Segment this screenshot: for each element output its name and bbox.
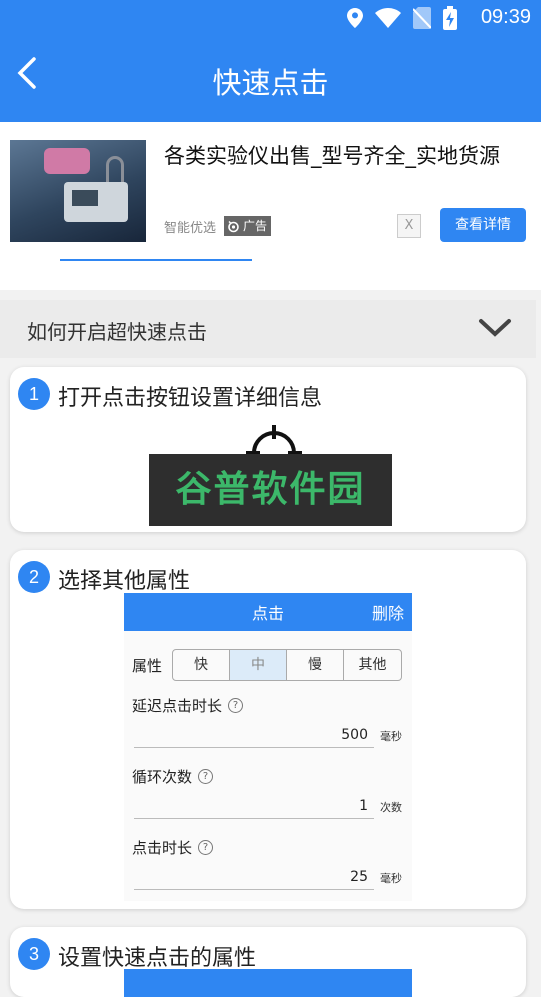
chevron-down-icon[interactable] (478, 318, 512, 342)
no-sim-icon (413, 7, 431, 29)
step-title: 打开点击按钮设置详细信息 (58, 386, 323, 411)
step-card-3: 3 设置快速点击的属性 (10, 927, 526, 997)
location-icon (347, 8, 363, 28)
howto-label: 如何开启超快速点击 (27, 320, 207, 344)
option-slow[interactable]: 慢 (287, 650, 345, 680)
step-title: 选择其他属性 (58, 569, 191, 594)
click-duration-field: 点击时长? 25 毫秒 (132, 837, 408, 896)
delay-label: 延迟点击时长 (132, 697, 223, 715)
loop-count-label: 循环次数 (132, 768, 193, 786)
ad-image[interactable] (10, 140, 146, 242)
battery-charging-icon (443, 6, 457, 30)
step-number: 3 (18, 938, 50, 970)
click-duration-input[interactable]: 25 (134, 864, 374, 890)
app-bar: 09:39 快速点击 (0, 0, 541, 122)
loop-count-field: 循环次数? 1 次数 (132, 766, 408, 825)
option-fast[interactable]: 快 (173, 650, 231, 680)
loop-count-input[interactable]: 1 (134, 793, 374, 819)
watermark: 谷普软件园 (149, 454, 392, 526)
ad-divider (60, 259, 252, 261)
watermark-text: 谷普软件园 (175, 469, 366, 510)
click-duration-unit: 毫秒 (380, 872, 402, 885)
click-settings-panel: 点击 删除 属性 快 中 慢 其他 延迟点击时长? 500 毫秒 循环次数? 1… (124, 593, 412, 901)
option-other[interactable]: 其他 (344, 650, 401, 680)
ad-tag: 广告 (224, 216, 272, 236)
delay-field: 延迟点击时长? 500 毫秒 (132, 695, 408, 754)
step-number: 2 (18, 561, 50, 593)
step-number: 1 (18, 378, 50, 410)
ad-detail-button[interactable]: 查看详情 (440, 208, 526, 242)
panel-title: 点击 (251, 604, 284, 623)
click-duration-label: 点击时长 (132, 839, 193, 857)
help-icon[interactable]: ? (228, 698, 244, 713)
step-title: 设置快速点击的属性 (58, 946, 257, 971)
step-card-2: 2 选择其他属性 点击 删除 属性 快 中 慢 其他 延迟点击时长? 500 毫… (10, 550, 526, 909)
step-card-1: 1 打开点击按钮设置详细信息 谷普软件园 (10, 367, 526, 532)
ad-close-button[interactable]: X (397, 214, 421, 238)
option-medium[interactable]: 中 (230, 650, 288, 680)
panel-header-peek (124, 969, 412, 997)
delay-input[interactable]: 500 (134, 722, 374, 748)
loop-count-unit: 次数 (380, 801, 402, 814)
ad-headline[interactable]: 各类实验仪出售_型号齐全_实地货源 (164, 142, 524, 170)
ad-tag-label: 广告 (243, 219, 268, 233)
status-icons (347, 6, 457, 30)
delete-button[interactable]: 删除 (372, 600, 404, 624)
ad-banner[interactable]: 各类实验仪出售_型号齐全_实地货源 智能优选 广告 X 查看详情 (0, 122, 541, 290)
attribute-label: 属性 (132, 656, 163, 675)
howto-header[interactable]: 如何开启超快速点击 (0, 300, 536, 358)
attribute-selector: 属性 快 中 慢 其他 (132, 649, 403, 681)
ad-source: 智能优选 (164, 221, 217, 236)
page-title: 快速点击 (212, 66, 329, 100)
delay-unit: 毫秒 (380, 730, 402, 743)
panel-header: 点击 删除 (124, 593, 412, 631)
help-icon[interactable]: ? (198, 769, 214, 784)
status-bar: 09:39 (0, 0, 541, 38)
status-time: 09:39 (480, 6, 531, 28)
wifi-icon (375, 8, 401, 28)
ad-logo-icon (228, 220, 239, 232)
help-icon[interactable]: ? (198, 840, 214, 855)
speed-segmented-control: 快 中 慢 其他 (172, 649, 403, 681)
